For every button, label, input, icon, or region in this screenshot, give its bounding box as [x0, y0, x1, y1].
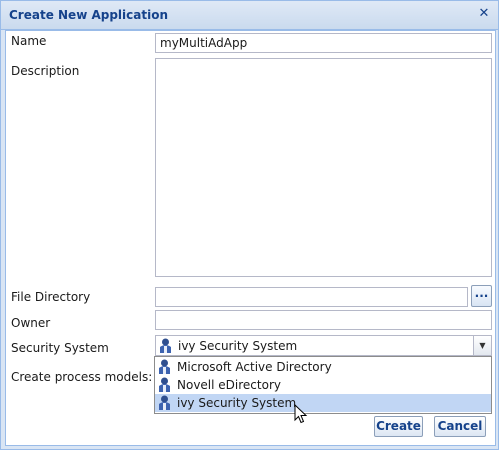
- file-directory-input[interactable]: [155, 287, 468, 307]
- close-icon[interactable]: ✕: [476, 6, 492, 22]
- description-label: Description: [11, 64, 80, 78]
- dropdown-option-label: ivy Security System: [177, 396, 297, 410]
- directory-icon: [160, 338, 171, 353]
- dropdown-option-selected[interactable]: ivy Security System: [155, 394, 491, 412]
- dropdown-option[interactable]: Novell eDirectory: [155, 376, 491, 394]
- owner-label: Owner: [11, 316, 51, 330]
- browse-button[interactable]: ...: [471, 285, 492, 307]
- security-system-value: ivy Security System: [178, 339, 298, 353]
- dropdown-option-label: Novell eDirectory: [177, 378, 281, 392]
- name-label: Name: [11, 34, 47, 48]
- cancel-button[interactable]: Cancel: [434, 416, 486, 437]
- security-system-select[interactable]: ivy Security System ▼: [155, 335, 492, 356]
- directory-icon: [159, 395, 170, 410]
- name-input[interactable]: myMultiAdApp: [155, 33, 492, 53]
- directory-icon: [159, 359, 170, 374]
- security-system-label: Security System: [11, 341, 109, 355]
- dialog-title: Create New Application: [9, 8, 168, 22]
- owner-input[interactable]: [155, 310, 492, 330]
- directory-icon: [159, 377, 170, 392]
- file-directory-label: File Directory: [11, 290, 91, 304]
- dialog-titlebar[interactable]: Create New Application ✕: [1, 1, 498, 30]
- chevron-down-icon[interactable]: ▼: [473, 336, 491, 355]
- create-process-models-label: Create process models:: [11, 370, 153, 384]
- security-system-dropdown: Microsoft Active Directory Novell eDirec…: [154, 356, 492, 414]
- create-button[interactable]: Create: [374, 416, 423, 437]
- description-textarea[interactable]: [155, 58, 492, 277]
- create-application-dialog: Create New Application ✕ Name myMultiAdA…: [0, 0, 499, 450]
- dropdown-option[interactable]: Microsoft Active Directory: [155, 358, 491, 376]
- mouse-cursor-icon: [294, 404, 308, 424]
- dropdown-option-label: Microsoft Active Directory: [177, 360, 332, 374]
